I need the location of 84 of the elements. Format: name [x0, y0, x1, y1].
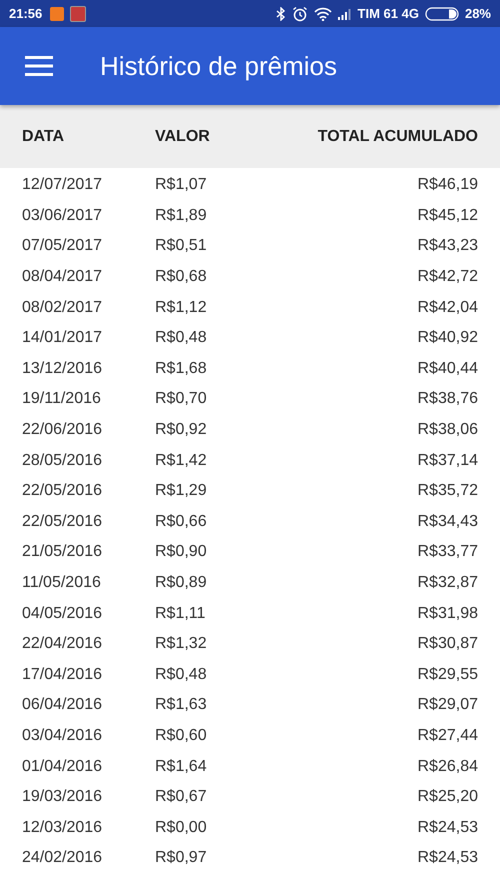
table-cell-text: R$31,98	[416, 604, 478, 623]
table-cell-text: R$1,64	[155, 758, 208, 776]
table-cell-text: 14/01/2017	[22, 329, 104, 348]
table-cell-text: R$0,60	[155, 726, 208, 745]
table-cell-text: 08/04/2017	[22, 268, 104, 286]
table-cell-text: 17/04/2016	[22, 666, 104, 684]
table-cell-text: 19/03/2016	[22, 788, 104, 806]
table-cell-text: R$27,44	[416, 726, 478, 745]
table-cell-text: 06/04/2016	[22, 696, 104, 714]
table-cell-text: R$42,04	[416, 298, 478, 317]
table-cell-text: R$0,66	[155, 512, 208, 531]
table-cell-text: R$0,70	[155, 390, 208, 408]
table-cell-text: R$1,63	[155, 696, 208, 714]
table-cell-text: R$1,11	[155, 604, 206, 623]
table-cell-text: 22/06/2016	[22, 421, 104, 440]
table-cell-text: 07/05/2017	[22, 237, 104, 256]
table-cell-text: 08/02/2017	[22, 298, 104, 317]
table-cell-text: R$0,00	[155, 818, 208, 837]
table-cell-text: R$43,23	[416, 237, 478, 256]
table-cell-text: R$38,06	[416, 421, 478, 440]
table-cell-text: 04/05/2016	[22, 604, 104, 623]
table-cell-text: 03/04/2016	[22, 726, 104, 745]
table-cell-text: R$46,19	[416, 176, 478, 194]
table-cell-text: 12/03/2016	[22, 818, 104, 837]
table-cell-text: R$1,68	[155, 360, 208, 378]
table-cell-text: R$1,89	[155, 206, 208, 225]
table-cell-text: 22/05/2016	[22, 482, 104, 500]
table-cell-text: 01/04/2016	[22, 758, 104, 776]
table-cell-text: 22/04/2016	[22, 635, 104, 654]
table-cell-text: R$1,42	[155, 452, 208, 470]
table-cell-text: R$1,29	[155, 482, 208, 500]
table-cell-text: R$30,87	[416, 635, 478, 654]
signal-icon	[338, 8, 352, 20]
bluetooth-icon	[276, 6, 286, 20]
table-cell-text: R$29,55	[416, 666, 478, 684]
table-cell-text: R$0,48	[155, 329, 208, 348]
table-cell-text: 21/05/2016	[22, 543, 104, 562]
column-header: TOTAL ACUMULADO	[316, 128, 478, 146]
table-cell-text: R$35,72	[416, 482, 478, 500]
table-cell-text: R$1,32	[155, 635, 208, 654]
table-cell-text: 11/05/2016	[22, 574, 102, 592]
table-cell-text: R$45,12	[416, 206, 478, 225]
carrier-label: TIM 61 4G	[358, 6, 419, 21]
table-cell-text: R$40,44	[416, 360, 478, 378]
table-cell-text: 24/02/2016	[22, 849, 104, 868]
table-cell-text: R$42,72	[416, 268, 478, 286]
table-cell-text: R$0,48	[155, 666, 208, 684]
table-cell-text: R$24,53	[416, 818, 478, 837]
battery-percent: 28%	[464, 6, 491, 21]
table-cell-text: R$24,53	[416, 849, 478, 868]
menu-icon[interactable]	[25, 55, 53, 77]
table-cell-text: R$33,77	[416, 543, 478, 562]
table-cell-text: 22/05/2016	[22, 512, 104, 531]
table-cell-text: R$0,90	[155, 543, 208, 562]
table-cell-text: 28/05/2016	[22, 452, 104, 470]
alarm-icon	[292, 6, 308, 22]
table-cell-text: R$0,68	[155, 268, 208, 286]
table-cell-text: R$0,92	[155, 421, 208, 440]
column-header: DATA	[22, 128, 66, 146]
screen-title: Histórico de prêmios	[100, 50, 337, 82]
table-cell-text: 13/12/2016	[22, 360, 104, 378]
notification-icon	[50, 6, 64, 20]
table-cell-text: 12/07/2017	[22, 176, 104, 194]
table-cell-text: R$37,14	[416, 452, 478, 470]
table-cell-text: R$25,20	[416, 788, 478, 806]
table-cell-text: 19/11/2016	[22, 390, 102, 408]
status-time: 21:56	[9, 6, 42, 21]
table-cell-text: R$38,76	[416, 390, 478, 408]
battery-icon	[424, 6, 459, 20]
table-cell-text: R$32,87	[416, 574, 478, 592]
table-cell-text: R$34,43	[416, 512, 478, 531]
table-cell-text: R$1,12	[155, 298, 208, 317]
table-cell-text: R$0,97	[155, 849, 208, 868]
wifi-icon	[314, 6, 332, 20]
table-cell-text: R$0,89	[155, 574, 208, 592]
table-cell-text: R$26,84	[416, 758, 478, 776]
table-cell-text: R$0,51	[155, 237, 208, 256]
column-header: VALOR	[155, 128, 211, 146]
table-cell-text: R$29,07	[416, 696, 478, 714]
table-cell-text: R$40,92	[416, 329, 478, 348]
table-cell-text: 03/06/2017	[22, 206, 104, 225]
table-cell-text: R$0,67	[155, 788, 208, 806]
table-cell-text: R$1,07	[155, 176, 208, 194]
notification-icon	[70, 6, 86, 22]
